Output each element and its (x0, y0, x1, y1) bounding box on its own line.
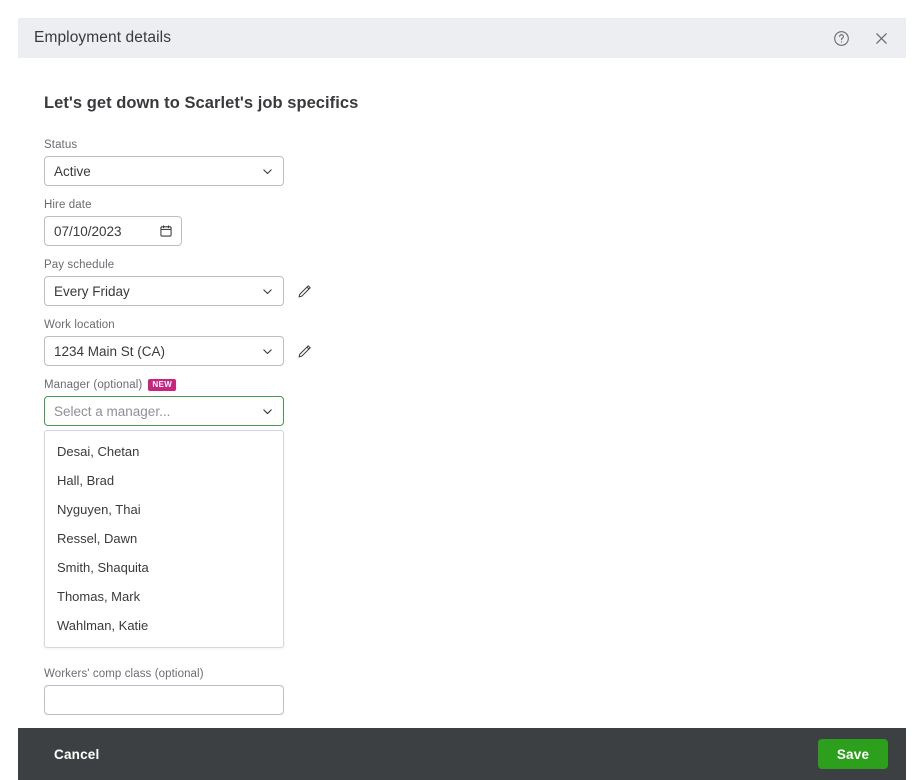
workers-comp-label: Workers' comp class (optional) (44, 668, 204, 680)
manager-label-text: Manager (optional) (44, 379, 143, 391)
status-select[interactable]: Active (44, 156, 284, 186)
edit-work-location-pencil-icon[interactable] (296, 343, 313, 360)
field-workers-comp-class: Workers' comp class (optional) (44, 668, 906, 715)
pay-schedule-value: Every Friday (54, 283, 130, 299)
work-location-select[interactable]: 1234 Main St (CA) (44, 336, 284, 366)
help-circle-icon[interactable] (830, 27, 852, 49)
hire-date-label: Hire date (44, 199, 92, 211)
new-badge: NEW (148, 379, 177, 391)
manager-label: Manager (optional) NEW (44, 379, 906, 391)
hire-date-control-row: 07/10/2023 (44, 216, 906, 246)
status-control-row: Active (44, 156, 906, 186)
manager-placeholder: Select a manager... (54, 403, 171, 419)
list-item[interactable]: Ressel, Dawn (45, 524, 283, 553)
modal-header: Employment details (18, 18, 906, 58)
field-pay-schedule: Pay schedule Every Friday (44, 259, 906, 306)
field-manager: Manager (optional) NEW Select a manager.… (44, 379, 906, 648)
modal-body: Let's get down to Scarlet's job specific… (18, 58, 906, 728)
pay-schedule-control-row: Every Friday (44, 276, 906, 306)
list-item[interactable]: Hall, Brad (45, 466, 283, 495)
chevron-down-icon (261, 165, 274, 178)
workers-comp-control-row (44, 685, 906, 715)
chevron-down-icon (261, 345, 274, 358)
chevron-down-icon (261, 285, 274, 298)
cancel-button[interactable]: Cancel (54, 747, 99, 762)
field-work-location: Work location 1234 Main St (CA) (44, 319, 906, 366)
workers-comp-input[interactable] (44, 685, 284, 715)
status-label: Status (44, 139, 78, 151)
hire-date-value: 07/10/2023 (54, 223, 122, 239)
page-title: Let's get down to Scarlet's job specific… (44, 94, 359, 112)
pay-schedule-select[interactable]: Every Friday (44, 276, 284, 306)
list-item[interactable]: Wahlman, Katie (45, 611, 283, 640)
list-item[interactable]: Thomas, Mark (45, 582, 283, 611)
field-status: Status Active (44, 139, 906, 186)
modal-footer: Cancel Save (18, 728, 906, 780)
pay-schedule-label: Pay schedule (44, 259, 115, 271)
list-item[interactable]: Nyguyen, Thai (45, 495, 283, 524)
modal-title: Employment details (34, 29, 172, 46)
hire-date-input[interactable]: 07/10/2023 (44, 216, 182, 246)
list-item[interactable]: Desai, Chetan (45, 437, 283, 466)
work-location-label: Work location (44, 319, 115, 331)
calendar-icon[interactable] (159, 224, 173, 238)
chevron-down-icon (261, 405, 274, 418)
work-location-control-row: 1234 Main St (CA) (44, 336, 906, 366)
edit-pay-schedule-pencil-icon[interactable] (296, 283, 313, 300)
status-value: Active (54, 163, 91, 179)
employment-details-modal: Employment details Let's get down to Sca… (18, 18, 906, 780)
save-button[interactable]: Save (818, 739, 888, 769)
manager-dropdown-list[interactable]: Desai, Chetan Hall, Brad Nyguyen, Thai R… (44, 430, 284, 648)
close-icon[interactable] (870, 27, 892, 49)
employment-form: Status Active Hire date 07/10/2023 Pay s… (44, 139, 906, 715)
field-hire-date: Hire date 07/10/2023 (44, 199, 906, 246)
work-location-value: 1234 Main St (CA) (54, 343, 166, 359)
manager-select[interactable]: Select a manager... (44, 396, 284, 426)
manager-control-row: Select a manager... (44, 396, 906, 426)
header-actions (830, 27, 892, 49)
list-item[interactable]: Smith, Shaquita (45, 553, 283, 582)
